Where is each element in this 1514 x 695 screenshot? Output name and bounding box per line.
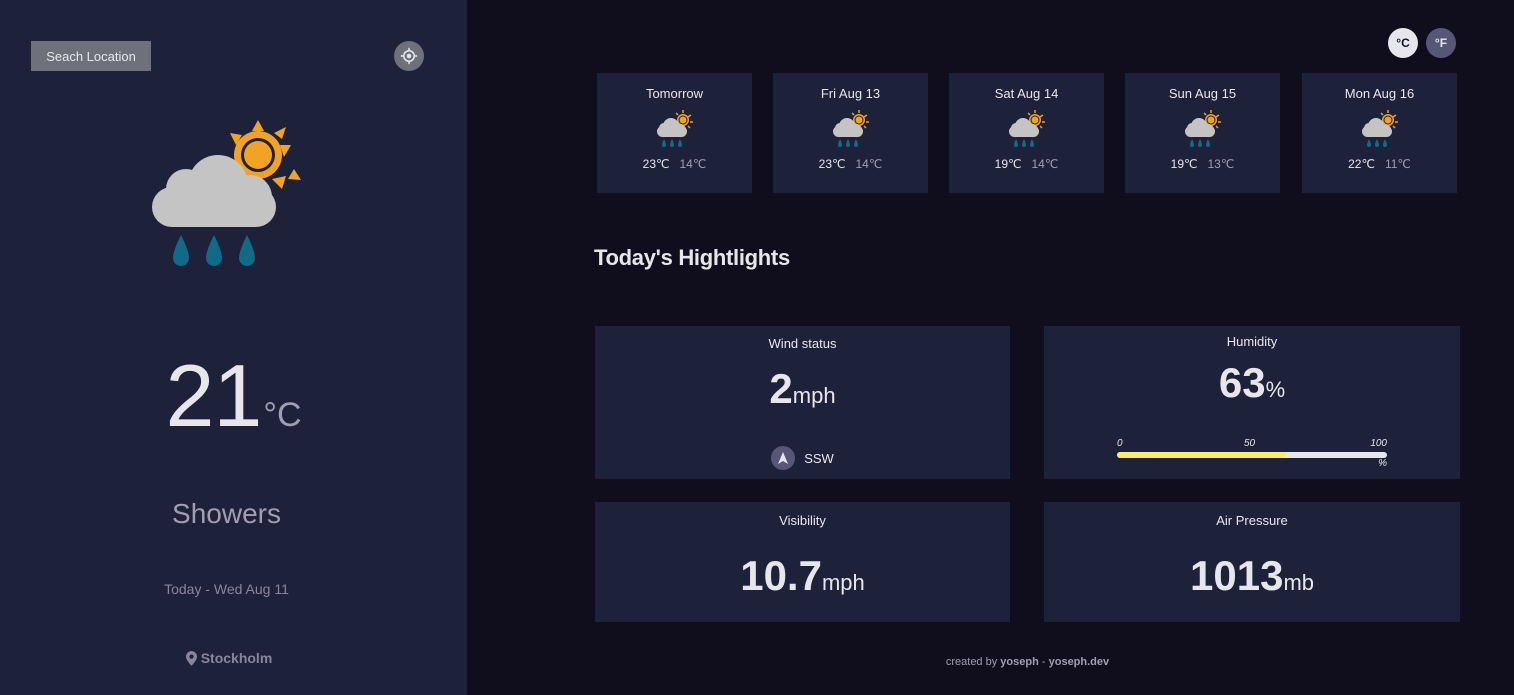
- visibility-unit: mph: [821, 570, 865, 595]
- crosshair-icon: [400, 47, 418, 65]
- humidity-label: Humidity: [1226, 334, 1278, 349]
- forecast-min: 11℃: [1384, 157, 1411, 171]
- current-temperature: 21°C: [0, 345, 467, 447]
- forecast-min: 14℃: [855, 157, 883, 171]
- pressure-unit: mb: [1283, 570, 1314, 595]
- celsius-toggle[interactable]: °C: [1388, 28, 1418, 58]
- current-location: Stockholm: [0, 650, 458, 666]
- footer: created by yoseph - yoseph.dev: [595, 656, 1460, 668]
- humidity-scale: 0 50 100: [1117, 438, 1387, 452]
- forecast-max: 19℃: [1170, 157, 1198, 171]
- humidity-bar: 0 50 100 %: [1117, 438, 1387, 469]
- footer-separator: -: [1041, 656, 1046, 668]
- visibility-value: 10.7: [740, 552, 822, 599]
- showers-icon: [655, 109, 694, 148]
- forecast-min: 14℃: [1031, 157, 1059, 171]
- showers-icon: [1183, 109, 1222, 148]
- wind-status-card: Wind status 2mph SSW: [595, 326, 1010, 479]
- search-location-button[interactable]: Seach Location: [31, 41, 151, 71]
- humidity-value: 63: [1218, 359, 1266, 406]
- forecast-max: 22℃: [1348, 157, 1375, 171]
- locate-button[interactable]: [394, 41, 424, 71]
- humidity-bar-track: [1117, 452, 1387, 458]
- wind-direction: SSW: [595, 446, 1010, 470]
- forecast-day: Sun Aug 15: [1168, 86, 1237, 101]
- footer-prefix: created by: [945, 656, 998, 668]
- navigation-arrow-icon: [771, 446, 796, 470]
- sidebar: Seach Location 21°C Showers Today - Wed …: [0, 0, 467, 695]
- forecast-card: Sat Aug 14 19℃ 14℃: [949, 73, 1104, 193]
- forecast-max: 19℃: [994, 157, 1022, 171]
- map-pin-icon: [185, 650, 197, 666]
- humidity-unit: %: [1265, 377, 1286, 402]
- fahrenheit-toggle[interactable]: °F: [1426, 28, 1456, 58]
- location-name: Stockholm: [200, 650, 273, 666]
- temperature-value: 21: [165, 346, 262, 445]
- scale-max: 100: [1370, 438, 1387, 449]
- forecast-day: Fri Aug 13: [820, 86, 881, 101]
- wind-direction-label: SSW: [804, 450, 834, 466]
- temperature-unit: °C: [263, 396, 302, 434]
- wind-value: 2: [769, 365, 793, 412]
- forecast-card: Sun Aug 15 19℃ 13℃: [1125, 73, 1280, 193]
- visibility-value-row: 10.7mph: [595, 552, 1010, 600]
- pressure-label: Air Pressure: [1216, 513, 1288, 528]
- forecast-card: Mon Aug 16 22℃ 11℃: [1302, 73, 1457, 193]
- forecast-max: 23℃: [642, 157, 670, 171]
- forecast-card: Fri Aug 13 23℃ 14℃: [773, 73, 928, 193]
- showers-icon: [1007, 109, 1046, 148]
- humidity-card: Humidity 63% 0 50 100 %: [1044, 326, 1460, 479]
- forecast-min: 13℃: [1207, 157, 1235, 171]
- air-pressure-card: Air Pressure 1013mb: [1044, 502, 1460, 622]
- visibility-card: Visibility 10.7mph: [595, 502, 1010, 622]
- showers-icon: [831, 109, 870, 148]
- weather-condition: Showers: [172, 498, 281, 529]
- pressure-value: 1013: [1190, 552, 1284, 599]
- forecast-max: 23℃: [818, 157, 846, 171]
- highlights-title: Today's Hightlights: [594, 245, 790, 270]
- scale-unit: %: [1378, 458, 1387, 469]
- visibility-label: Visibility: [779, 513, 826, 528]
- wind-value-row: 2mph: [595, 365, 1010, 413]
- wind-unit: mph: [792, 383, 836, 408]
- scale-min: 0: [1117, 438, 1123, 449]
- forecast-min: 14℃: [679, 157, 707, 171]
- humidity-bar-fill: [1117, 452, 1288, 458]
- current-date: Today - Wed Aug 11: [164, 581, 289, 597]
- scale-mid: 50: [1244, 438, 1256, 449]
- forecast-card: Tomorrow 23℃ 14℃: [597, 73, 752, 193]
- showers-icon: [1360, 109, 1399, 148]
- showers-icon: [152, 120, 301, 266]
- footer-site-link[interactable]: yoseph.dev: [1049, 656, 1110, 668]
- forecast-day: Sat Aug 14: [994, 86, 1059, 101]
- forecast-day: Mon Aug 16: [1344, 86, 1415, 101]
- pressure-value-row: 1013mb: [1044, 552, 1460, 600]
- wind-label: Wind status: [768, 336, 837, 351]
- forecast-day: Tomorrow: [645, 86, 704, 101]
- footer-author-link[interactable]: yoseph: [1000, 656, 1039, 668]
- humidity-value-row: 63%: [1044, 359, 1460, 407]
